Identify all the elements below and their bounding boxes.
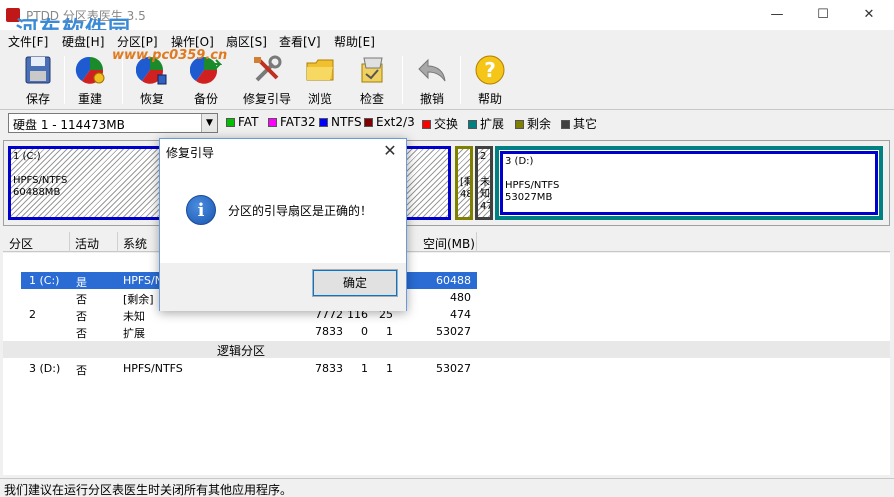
menu-bar: 文件[F] 硬盘[H] 分区[P] 操作[O] 扇区[S] 查看[V] 帮助[E… [0,30,894,50]
help-icon: ? [475,55,505,85]
legend-swap: 交换 [422,115,458,132]
help-button[interactable]: ? 帮助 [462,54,518,108]
col-system[interactable]: 系统 [123,235,147,252]
check-icon [361,57,383,83]
table-row[interactable]: 3 (D:) 否 HPFS/NTFS 7833 1 1 53027 [3,360,890,377]
chevron-down-icon[interactable]: ▼ [201,114,217,132]
menu-disk[interactable]: 硬盘[H] [62,33,104,50]
legend-ext: Ext2/3 [364,115,415,129]
svg-text:?: ? [484,58,496,82]
save-button[interactable]: 保存 [10,54,66,108]
minimize-button[interactable]: — [754,0,800,30]
ok-button[interactable]: 确定 [312,269,398,297]
legend-fat32: FAT32 [268,115,316,129]
browse-folder-icon [306,59,334,81]
dialog-message: 分区的引导扇区是正确的！ [228,204,373,218]
partition-block-d[interactable]: 3 (D:) HPFS/NTFS 53027MB [500,151,878,215]
repair-boot-icon [254,55,282,82]
check-button[interactable]: 检查 [344,54,400,108]
logical-partition-group: 逻辑分区 [3,341,890,358]
table-row[interactable]: 1 (C:) 是 HPFS/NT 60488 [3,272,890,289]
partition-map: 1 (C:) HPFS/NTFS 60488MB [剩 480 2 未知 474… [3,140,890,226]
repair-boot-button[interactable]: 修复引导 [236,54,298,108]
watermark-url: www.pc0359.cn [112,48,228,63]
legend-fat: FAT [226,115,258,129]
undo-button[interactable]: 撤销 [404,54,460,108]
table-row[interactable]: 2 否 未知 7772 116 25 474 [3,306,890,323]
info-icon: i [186,195,216,225]
legend-other: 其它 [561,115,597,132]
legend-ntfs: NTFS [319,115,362,129]
save-icon [25,56,51,84]
rebuild-button[interactable]: 重建 [62,54,118,108]
dialog-footer: 确定 [160,263,406,311]
disk-select-value: 硬盘 1 - 114473MB [13,118,125,132]
col-partition[interactable]: 分区 [9,235,33,252]
menu-sector[interactable]: 扇区[S] [226,33,267,50]
partition-block-extended[interactable]: 3 (D:) HPFS/NTFS 53027MB [495,146,883,220]
dialog-title: 修复引导 [166,146,215,160]
close-button[interactable]: ✕ [846,0,892,30]
repair-boot-dialog: 修复引导 ✕ i 分区的引导扇区是正确的！ 确定 [159,138,407,311]
col-size[interactable]: 空间(MB) [423,235,475,252]
maximize-button[interactable]: ☐ [800,0,846,30]
menu-file[interactable]: 文件[F] [8,33,48,50]
menu-view[interactable]: 查看[V] [279,33,321,50]
dialog-close-button[interactable]: ✕ [378,139,402,163]
table-row[interactable]: 否 扩展 7833 0 1 53027 [3,323,890,340]
disk-select[interactable]: 硬盘 1 - 114473MB ▼ [8,113,218,133]
table-header: 分区 活动 系统 空间(MB) [3,232,890,252]
menu-help[interactable]: 帮助[E] [334,33,375,50]
partition-block-free[interactable]: [剩 480 [455,146,473,220]
browse-button[interactable]: 浏览 [292,54,348,108]
table-row[interactable]: 否 [剩余] 480 [3,289,890,306]
partition-block-unknown[interactable]: 2 未知 474 [475,146,493,220]
partition-table: 1 (C:) 是 HPFS/NT 60488 否 [剩余] 480 2 否 未知… [3,253,890,475]
legend-free: 剩余 [515,115,551,132]
title-bar: PTDD 分区表医生 3.5 河东软件园 — ☐ ✕ [0,0,894,43]
undo-icon [418,58,446,82]
legend-extended: 扩展 [468,115,504,132]
rebuild-icon [75,56,105,84]
status-bar: 我们建议在运行分区表医生时关闭所有其他应用程序。 [0,478,894,497]
disk-row: 硬盘 1 - 114473MB ▼ FAT FAT32 NTFS Ext2/3 … [0,111,894,135]
col-active[interactable]: 活动 [75,235,99,252]
